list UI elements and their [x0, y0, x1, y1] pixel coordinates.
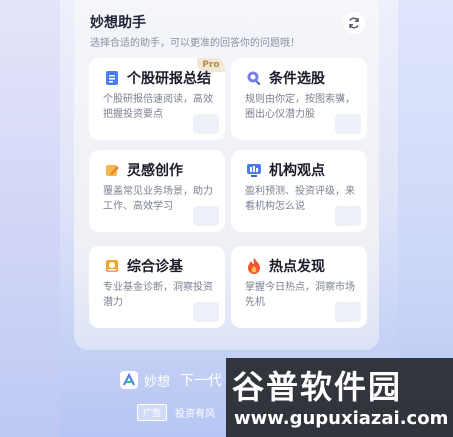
card-illustration [335, 114, 361, 134]
brand-row: 妙想 下一代 [120, 370, 222, 390]
document-icon [106, 71, 118, 85]
card-illustration [193, 302, 219, 322]
card-illustration [335, 206, 361, 226]
flame-icon [248, 258, 260, 274]
refresh-button[interactable] [343, 12, 365, 34]
brand-name: 妙想 [144, 374, 171, 390]
card-institution-views[interactable]: 机构观点 盈利预测、投资评级，来看机构怎么说 [231, 150, 367, 232]
card-title: 综合诊基 [127, 259, 183, 275]
card-title: 机构观点 [269, 163, 325, 179]
brand-logo-icon [120, 371, 138, 389]
card-title: 热点发现 [269, 259, 325, 275]
card-fund-diagnosis[interactable]: 综合诊基 专业基金诊断，洞察投资潜力 [89, 246, 225, 328]
institution-icon [247, 164, 261, 177]
card-condition-stock-picking[interactable]: 条件选股 规则由你定，按图索骥，圈出心仪潜力股 [231, 58, 367, 140]
pen-icon [106, 165, 119, 176]
ad-disclaimer: 投资有风 [175, 409, 216, 420]
panel-subtitle: 选择合适的助手，可以更准的回答你的问题哦！ [90, 38, 300, 49]
watermark-url: www.gupuxiazai.com [234, 408, 449, 429]
ad-badge: 广告 [137, 404, 168, 421]
assistant-panel: 妙想助手 选择合适的助手，可以更准的回答你的问题哦！ Pro 个股研报总结 个股… [74, 0, 379, 350]
stock-filter-icon [247, 71, 261, 86]
refresh-icon [349, 17, 359, 29]
card-illustration [193, 114, 219, 134]
card-title: 灵感创作 [127, 163, 183, 179]
panel-title: 妙想助手 [90, 15, 146, 31]
card-inspiration-writing[interactable]: 灵感创作 覆盖常见业务场景，助力工作、高效学习 [89, 150, 225, 232]
card-illustration [193, 206, 219, 226]
fund-diagnosis-icon [106, 260, 118, 272]
ad-row: 广告 投资有风 [137, 404, 215, 421]
card-title: 条件选股 [269, 71, 325, 87]
card-title: 个股研报总结 [127, 71, 211, 87]
card-illustration [335, 302, 361, 322]
site-watermark: 谷普软件园 www.gupuxiazai.com [226, 358, 453, 437]
card-stock-report-summary[interactable]: Pro 个股研报总结 个股研报倍速阅读，高效把握投资要点 [89, 58, 225, 140]
brand-slogan: 下一代 [180, 373, 223, 389]
background-left-decoration [0, 0, 60, 437]
watermark-title: 谷普软件园 [232, 368, 403, 406]
card-hotspot-discovery[interactable]: 热点发现 掌握今日热点，洞察市场先机 [231, 246, 367, 328]
